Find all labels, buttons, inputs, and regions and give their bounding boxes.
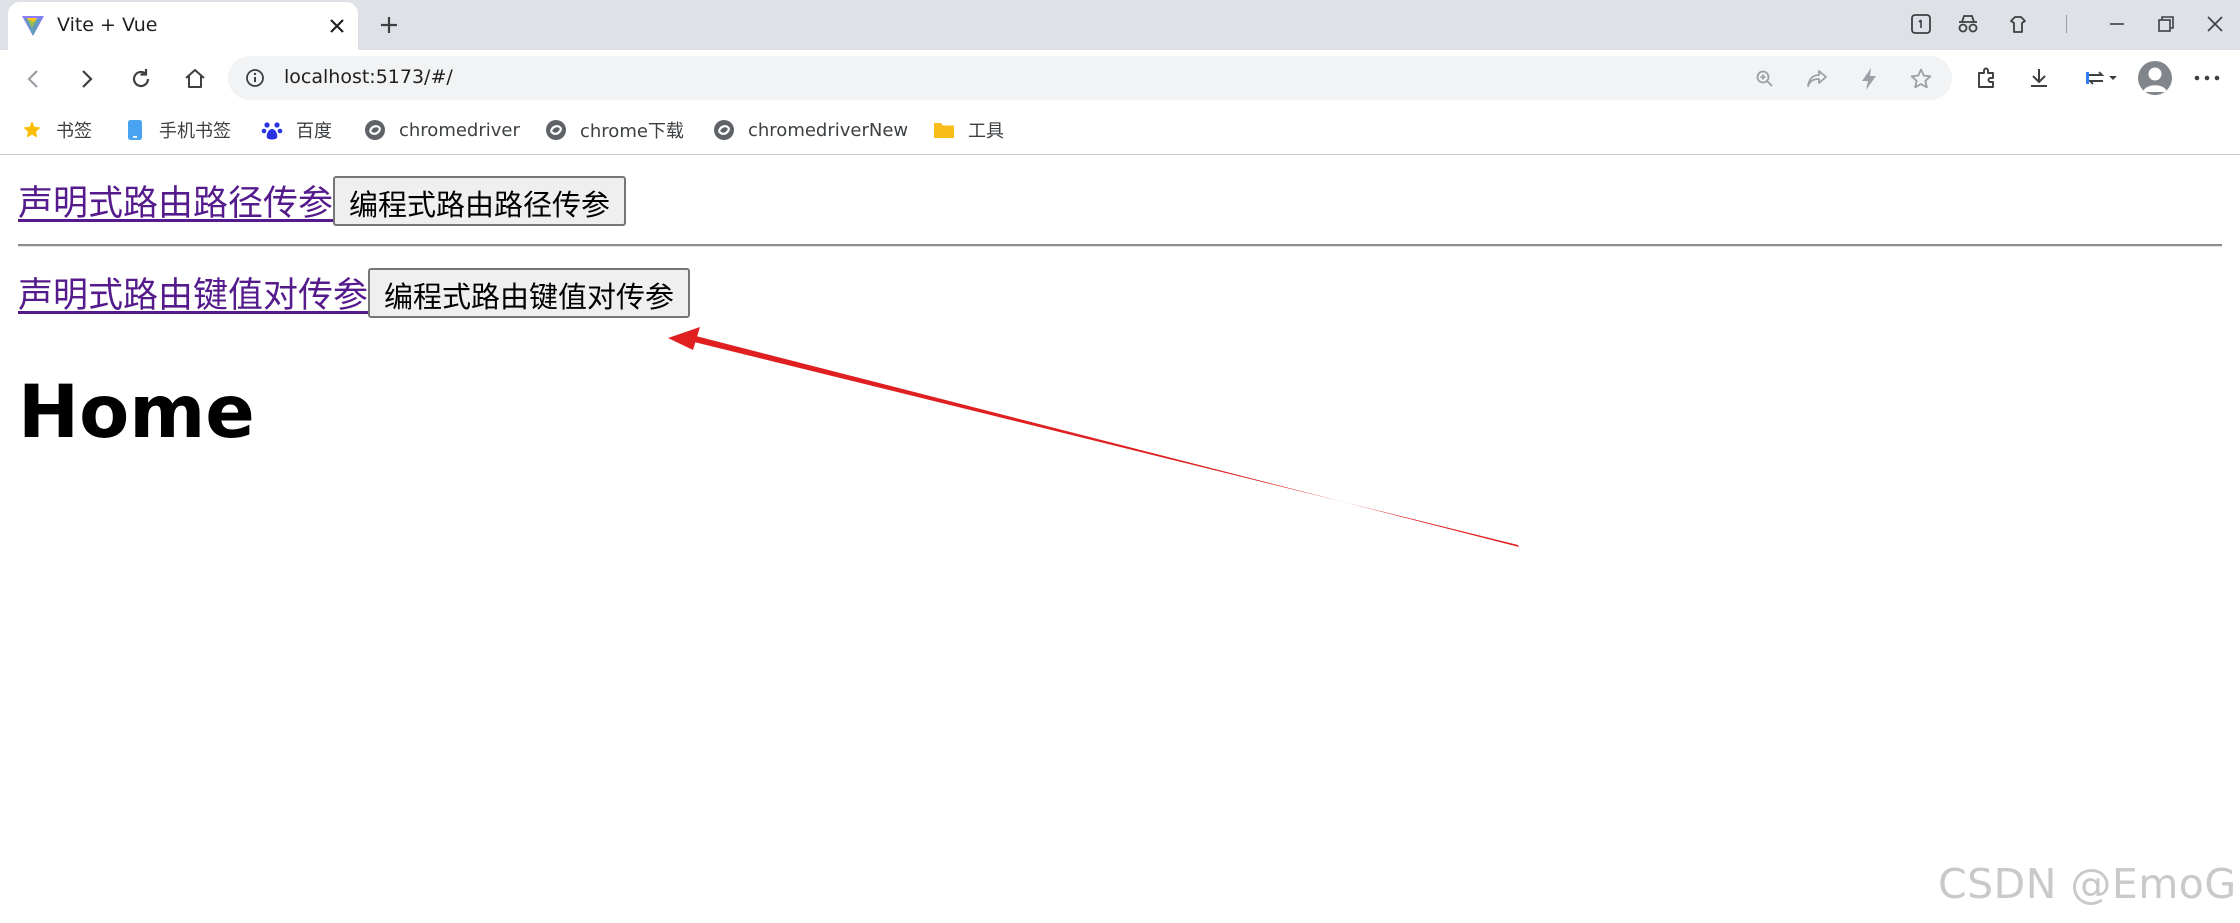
site-icon [713, 119, 735, 141]
bookmark-label: 手机书签 [159, 121, 231, 142]
zoom-icon[interactable] [1752, 66, 1778, 92]
restore-icon[interactable] [2153, 11, 2179, 37]
share-icon[interactable] [1804, 66, 1830, 92]
bookmark-label: 工具 [968, 121, 1004, 142]
tab-title: Vite + Vue [57, 14, 158, 36]
baidu-paw-icon [261, 119, 283, 141]
extensions-icon[interactable] [2005, 11, 2031, 37]
tab-counter-icon[interactable] [1908, 11, 1934, 37]
lightning-icon[interactable] [1856, 66, 1882, 92]
bookmark-item-chrome-download[interactable]: chrome下载 [545, 114, 684, 146]
declarative-query-link[interactable]: 声明式路由键值对传参 [18, 267, 368, 318]
sync-history-icon[interactable] [2081, 63, 2121, 93]
query-params-row: 声明式路由键值对传参 编程式路由键值对传参 [18, 267, 691, 318]
url-text[interactable]: localhost:5173/#/ [284, 66, 453, 88]
bookmark-label: 百度 [296, 121, 332, 142]
site-icon [545, 119, 567, 141]
page-heading: Home [18, 370, 255, 455]
new-tab-icon[interactable] [376, 12, 402, 38]
divider [18, 244, 2222, 247]
bookmark-folder-tools[interactable]: 工具 [933, 114, 1004, 146]
close-window-icon[interactable] [2202, 11, 2228, 37]
star-icon [21, 119, 43, 141]
minimize-icon[interactable] [2104, 11, 2130, 37]
home-icon[interactable] [180, 64, 210, 94]
bookmark-item-mobile[interactable]: 手机书签 [124, 114, 231, 146]
programmatic-query-button[interactable]: 编程式路由键值对传参 [368, 267, 691, 318]
bookmark-star-icon[interactable] [1908, 66, 1934, 92]
bookmark-item-shuqian[interactable]: 书签 [21, 114, 92, 146]
bookmark-item-baidu[interactable]: 百度 [261, 114, 332, 146]
bookmark-label: 书签 [56, 121, 92, 142]
csdn-watermark: CSDN @EmoGP [1938, 860, 2240, 908]
tab-close-icon[interactable] [326, 15, 348, 37]
folder-icon [933, 119, 955, 141]
bookmark-label: chromedriverNew [748, 119, 909, 141]
bookmark-label: chrome下载 [580, 121, 684, 142]
incognito-icon[interactable] [1955, 11, 1981, 37]
tab-strip: Vite + Vue [0, 0, 2240, 50]
profile-avatar-icon[interactable] [2138, 61, 2172, 95]
site-icon [364, 119, 386, 141]
phone-icon [124, 119, 146, 141]
bookmark-item-chromedriver-new[interactable]: chromedriverNew [713, 114, 908, 146]
back-icon[interactable] [18, 64, 48, 94]
download-icon[interactable] [2024, 63, 2054, 93]
extension-puzzle-icon[interactable] [1971, 63, 2001, 93]
reload-icon[interactable] [126, 64, 156, 94]
browser-toolbar: localhost:5173/#/ [0, 50, 2240, 106]
bookmark-label: chromedriver [399, 119, 520, 141]
site-info-icon[interactable] [244, 67, 266, 89]
address-bar[interactable]: localhost:5173/#/ [228, 56, 1952, 100]
forward-icon[interactable] [72, 64, 102, 94]
bookmarks-bar: 书签 手机书签 百度 chromedriver chrome下载 chromed… [0, 106, 2240, 155]
active-tab[interactable]: Vite + Vue [8, 2, 358, 50]
declarative-path-link[interactable]: 声明式路由路径传参 [18, 175, 333, 226]
bookmark-item-chromedriver[interactable]: chromedriver [364, 114, 520, 146]
more-menu-icon[interactable] [2192, 63, 2222, 93]
window-controls-divider [2066, 15, 2067, 33]
page-content: 声明式路由路径传参 编程式路由路径传参 声明式路由键值对传参 编程式路由键值对传… [0, 155, 2240, 923]
path-params-row: 声明式路由路径传参 编程式路由路径传参 [18, 175, 627, 226]
programmatic-path-button[interactable]: 编程式路由路径传参 [333, 175, 627, 226]
vite-favicon-icon [22, 16, 44, 36]
